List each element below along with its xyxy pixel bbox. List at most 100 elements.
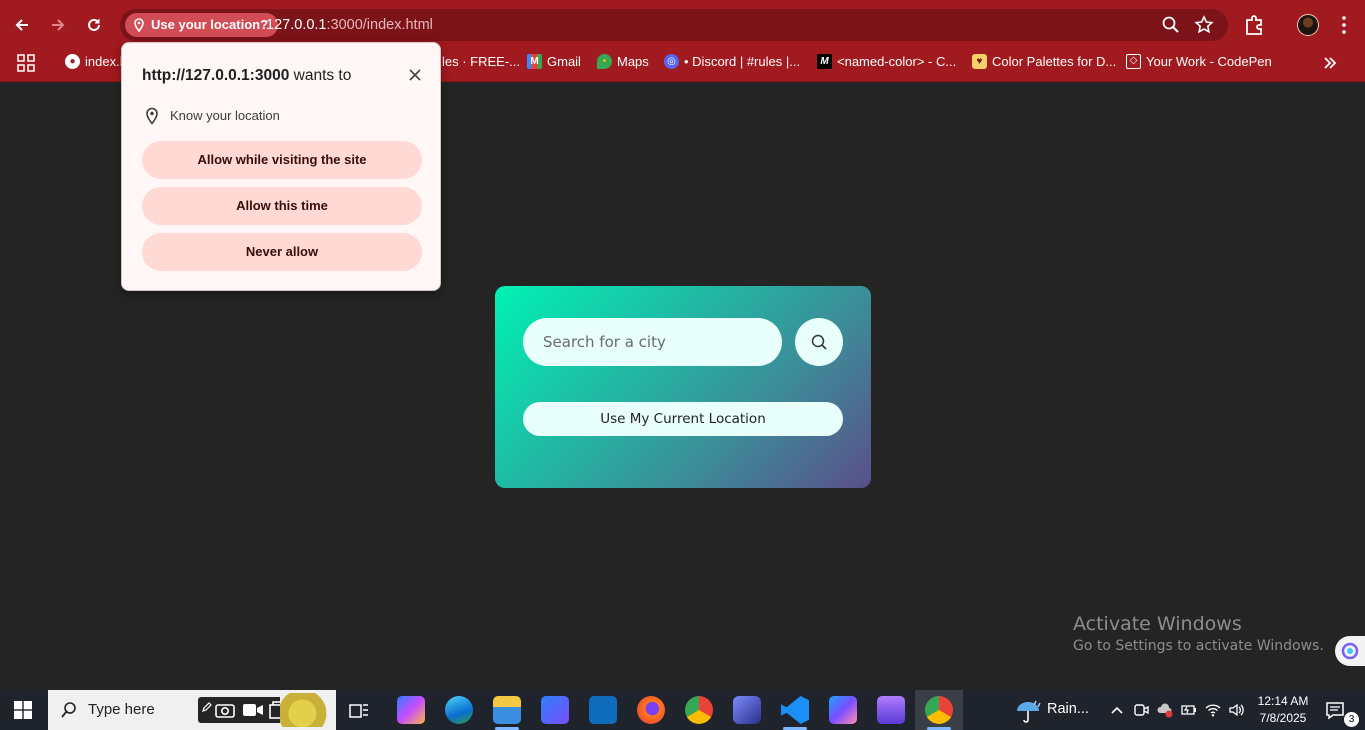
activate-windows-title: Activate Windows <box>1073 613 1242 635</box>
battery-icon[interactable] <box>1181 702 1197 718</box>
extensions-button[interactable] <box>1242 12 1268 38</box>
search-icon <box>61 702 76 718</box>
bookmark-label: Your Work - CodePen <box>1146 54 1272 69</box>
browser-menu-button[interactable] <box>1331 12 1357 38</box>
copilot-app-icon[interactable] <box>397 696 425 724</box>
notification-center-icon[interactable] <box>1325 700 1345 720</box>
wifi-icon[interactable] <box>1205 702 1221 718</box>
allow-while-visiting-button[interactable]: Allow while visiting the site <box>142 141 422 179</box>
camera-icon[interactable] <box>215 701 235 719</box>
wattle-flower-icon <box>280 693 336 727</box>
clock-date: 7/8/2025 <box>1259 711 1307 725</box>
codepen-icon: ◇ <box>1126 54 1141 69</box>
allow-this-time-button[interactable]: Allow this time <box>142 187 422 225</box>
forward-arrow-icon <box>52 19 65 31</box>
forward-button[interactable] <box>45 10 71 40</box>
umbrella-rain-icon[interactable] <box>1014 698 1042 724</box>
bookmark-label: • Discord | #rules |... <box>684 54 801 69</box>
location-pin-icon <box>134 18 144 32</box>
location-pin-icon <box>146 107 158 125</box>
zoom-button[interactable] <box>1159 13 1183 37</box>
bookmark-index[interactable]: ● index.h <box>65 50 127 74</box>
bookmark-label: Color Palettes for D... <box>992 54 1117 69</box>
popup-close-button[interactable] <box>405 65 425 85</box>
m365-icon[interactable] <box>829 696 857 724</box>
chrome-icon[interactable] <box>685 696 713 724</box>
copilot-side-button[interactable] <box>1335 636 1365 666</box>
reload-icon <box>88 18 100 31</box>
chrome-profile-icon[interactable] <box>925 696 953 724</box>
ms-store-icon[interactable] <box>541 696 569 724</box>
magnifier-icon <box>1162 16 1179 33</box>
bookmark-label: <named-color> - C... <box>837 54 957 69</box>
maps-icon: • <box>597 54 612 69</box>
weather-search-card: Use My Current Location <box>495 286 871 488</box>
bookmark-label: les · FREE-... <box>442 54 521 69</box>
hexagon-app-icon[interactable] <box>733 696 761 724</box>
file-explorer-icon[interactable] <box>493 696 521 724</box>
bookmark-maps[interactable]: • Maps <box>597 50 649 74</box>
clipchamp-icon[interactable] <box>877 696 905 724</box>
taskbar-search-box[interactable]: Type here <box>48 690 336 730</box>
search-button[interactable] <box>795 318 843 366</box>
use-current-location-button[interactable]: Use My Current Location <box>523 402 843 436</box>
bookmark-label: Gmail <box>547 54 581 69</box>
double-chevron-right-icon <box>1324 57 1337 69</box>
kebab-menu-icon <box>1342 16 1346 34</box>
video-icon[interactable] <box>242 702 264 718</box>
apps-grid-icon <box>17 54 35 72</box>
notification-count-badge: 3 <box>1344 712 1359 727</box>
search-icon <box>811 334 827 350</box>
bookmark-codepen[interactable]: ◇ Your Work - CodePen <box>1126 50 1272 74</box>
never-allow-button[interactable]: Never allow <box>142 233 422 271</box>
url-path: :3000/index.html <box>326 17 433 33</box>
windows-start-icon[interactable] <box>14 701 32 719</box>
chevron-up-icon[interactable] <box>1109 702 1125 718</box>
clock-time: 12:14 AM <box>1257 694 1309 708</box>
close-icon <box>409 69 421 81</box>
bookmark-discord[interactable]: ◎ • Discord | #rules |... <box>664 50 800 74</box>
task-view-icon[interactable] <box>349 701 369 719</box>
windows-taskbar: Type here Rain... 12:14 AM 7/8/2025 3 <box>0 690 1365 730</box>
firefox-icon[interactable] <box>637 696 665 724</box>
discord-icon: ◎ <box>664 54 679 69</box>
globe-icon: ● <box>65 54 80 69</box>
url-text[interactable]: 127.0.0.1:3000/index.html <box>266 9 433 41</box>
pen-icon[interactable] <box>201 701 213 713</box>
location-permission-chip[interactable]: Use your location? <box>125 13 279 37</box>
back-arrow-icon <box>15 19 28 31</box>
apps-button[interactable] <box>17 54 35 72</box>
taskbar-clock[interactable]: 12:14 AM 7/8/2025 <box>1256 693 1310 727</box>
bookmark-mdn[interactable]: M <named-color> - C... <box>817 50 956 74</box>
bookmark-gmail[interactable]: M Gmail <box>527 50 581 74</box>
star-icon <box>1194 15 1214 34</box>
outlook-icon[interactable] <box>589 696 617 724</box>
back-button[interactable] <box>9 10 35 40</box>
meet-now-icon[interactable] <box>1133 702 1149 718</box>
volume-icon[interactable] <box>1228 702 1244 718</box>
onedrive-error-icon[interactable] <box>1157 702 1173 718</box>
location-chip-label: Use your location? <box>151 17 269 32</box>
url-host: 127.0.0.1 <box>266 17 327 33</box>
permission-description: Know your location <box>170 108 280 123</box>
popup-title-suffix: wants to <box>289 67 352 84</box>
popup-title: http://127.0.0.1:3000 wants to <box>142 67 351 85</box>
edge-icon[interactable] <box>445 696 473 724</box>
city-search-input[interactable] <box>523 318 782 366</box>
activate-windows-subtitle: Go to Settings to activate Windows. <box>1073 638 1324 654</box>
mdn-icon: M <box>817 54 832 69</box>
puzzle-icon <box>1246 15 1262 35</box>
location-permission-popup: http://127.0.0.1:3000 wants to Know your… <box>121 42 441 291</box>
bookmark-star-button[interactable] <box>1192 13 1216 37</box>
copilot-icon <box>1341 642 1359 660</box>
more-bookmarks-button[interactable] <box>1321 54 1339 72</box>
bookmark-color-palettes[interactable]: ♥ Color Palettes for D... <box>972 50 1116 74</box>
weather-text[interactable]: Rain... <box>1047 701 1089 717</box>
reload-button[interactable] <box>81 10 107 40</box>
vscode-icon[interactable] <box>781 696 809 724</box>
popup-origin: http://127.0.0.1:3000 <box>142 67 290 84</box>
address-bar[interactable]: Use your location? 127.0.0.1:3000/index.… <box>120 9 1228 41</box>
bookmark-label: Maps <box>617 54 649 69</box>
taskbar-search-text: Type here <box>88 701 155 718</box>
profile-avatar[interactable] <box>1297 14 1319 36</box>
